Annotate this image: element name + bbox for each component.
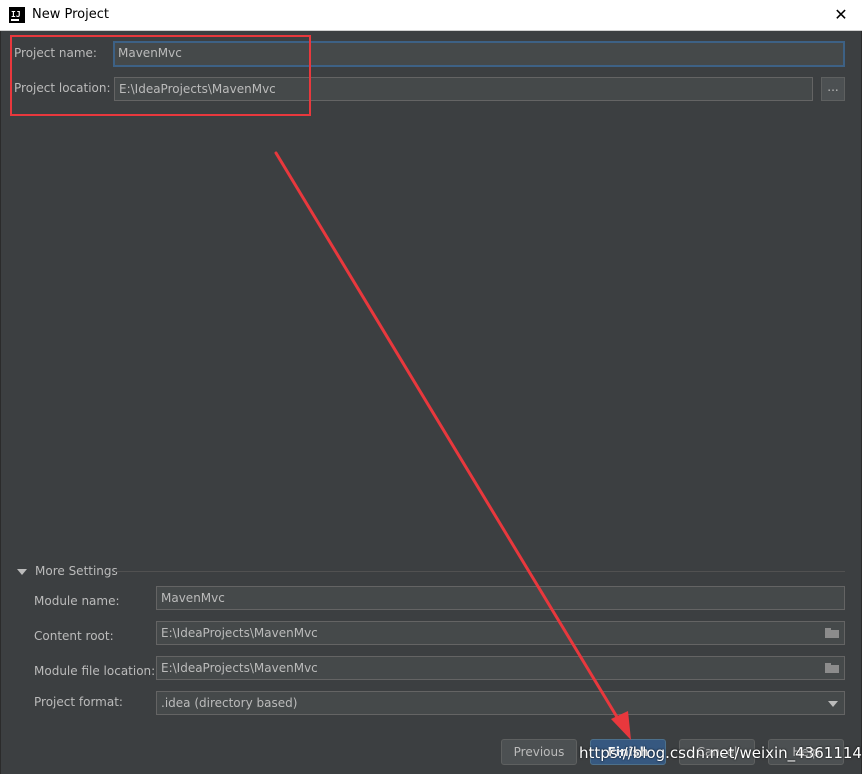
content-root-input[interactable]: E:\IdeaProjects\MavenMvc bbox=[156, 621, 845, 645]
project-format-value: .idea (directory based) bbox=[161, 696, 298, 710]
module-file-location-value: E:\IdeaProjects\MavenMvc bbox=[161, 661, 318, 675]
project-location-input[interactable]: E:\IdeaProjects\MavenMvc bbox=[114, 77, 813, 101]
chevron-down-icon bbox=[828, 701, 838, 707]
module-file-location-label: Module file location: bbox=[34, 664, 156, 678]
project-format-select[interactable]: .idea (directory based) bbox=[156, 691, 845, 715]
close-icon: ✕ bbox=[834, 5, 848, 24]
project-name-label: Project name: bbox=[14, 46, 97, 60]
project-location-label: Project location: bbox=[14, 81, 111, 95]
browse-location-button[interactable]: ... bbox=[821, 77, 845, 101]
content-root-label: Content root: bbox=[34, 629, 114, 643]
project-format-label: Project format: bbox=[34, 695, 123, 709]
module-file-folder-icon[interactable] bbox=[825, 663, 839, 673]
project-name-input[interactable]: MavenMvc bbox=[113, 41, 845, 67]
content-root-folder-icon[interactable] bbox=[825, 628, 839, 638]
title-bar: IJ New Project ✕ bbox=[0, 0, 862, 31]
module-name-input[interactable]: MavenMvc bbox=[156, 586, 845, 610]
module-file-location-input[interactable]: E:\IdeaProjects\MavenMvc bbox=[156, 656, 845, 680]
window-title: New Project bbox=[32, 7, 109, 22]
previous-button[interactable]: Previous bbox=[501, 739, 577, 765]
section-divider bbox=[115, 571, 845, 572]
content-root-value: E:\IdeaProjects\MavenMvc bbox=[161, 626, 318, 640]
close-button[interactable]: ✕ bbox=[830, 4, 852, 26]
intellij-app-icon: IJ bbox=[9, 7, 25, 23]
more-settings-title[interactable]: More Settings bbox=[35, 564, 118, 578]
more-settings-collapse-icon[interactable] bbox=[17, 569, 27, 575]
module-name-label: Module name: bbox=[34, 594, 120, 608]
watermark: https://blog.csdn.net/weixin_43611145 bbox=[579, 744, 862, 762]
